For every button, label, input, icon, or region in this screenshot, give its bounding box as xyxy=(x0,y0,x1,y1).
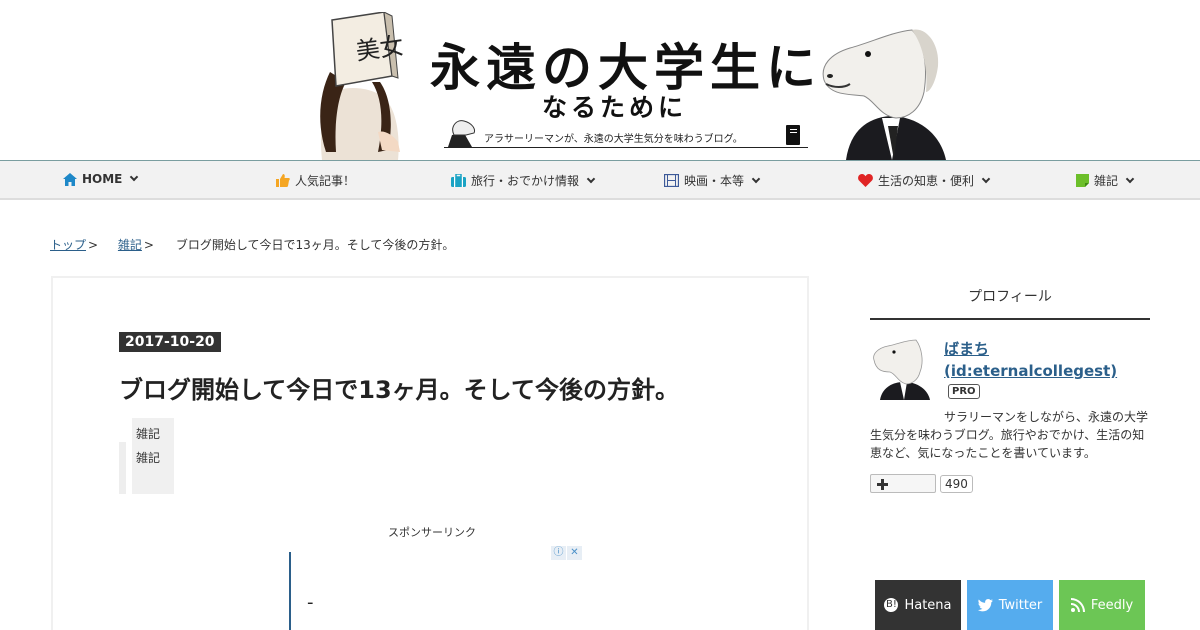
category-link[interactable]: 雑記雑記 xyxy=(132,418,174,494)
avatar[interactable] xyxy=(870,338,934,400)
site-subtitle: なるために xyxy=(542,93,688,122)
article-card: 2017-10-20 ブログ開始して今日で13ヶ月。そして今後の方針。 雑記雑記… xyxy=(51,276,809,630)
follower-count: 490 xyxy=(940,474,973,493)
site-tagline: アラサーリーマンが、永遠の大学生気分を味わうブログ。 xyxy=(444,120,808,148)
ad-slot[interactable]: - xyxy=(289,552,549,630)
nav-item-label: 映画・本等 xyxy=(684,174,745,188)
nav-item-popular[interactable]: 人気記事！ xyxy=(276,172,355,189)
article-date[interactable]: 2017-10-20 xyxy=(119,332,221,352)
horse-head-man-illustration xyxy=(822,29,946,160)
tagline-text: アラサーリーマンが、永遠の大学生気分を味わうブログ。 xyxy=(484,134,743,145)
breadcrumb-current: ブログ開始して今日で13ヶ月。そして今後の方針。 xyxy=(175,238,455,252)
nav-item-travel[interactable]: 旅行・おでかけ情報 xyxy=(451,172,596,189)
box-head-woman-illustration: 美女 xyxy=(320,12,405,160)
profile-description: サラリーマンをしながら、永遠の大学生気分を味わうブログ。旅行やおでかけ、生活の知… xyxy=(870,410,1149,460)
share-twitter-button[interactable]: Twitter xyxy=(967,580,1053,630)
share-label: Hatena xyxy=(904,597,952,613)
chevron-down-icon xyxy=(1125,174,1135,183)
suitcase-icon xyxy=(451,174,466,187)
share-label: Feedly xyxy=(1090,597,1134,613)
site-header: 美女 永遠の大学生に なるために アラサーリーマンが、永遠の大学生気分を味わうブ… xyxy=(0,0,1200,160)
heart-icon xyxy=(858,174,873,187)
ad-info-icon[interactable]: ⓘ xyxy=(551,546,566,560)
follow-button[interactable] xyxy=(870,474,936,493)
breadcrumb-separator: > xyxy=(143,238,154,252)
share-feedly-button[interactable]: Feedly xyxy=(1059,580,1145,630)
share-hatena-button[interactable]: B! Hatena xyxy=(875,580,961,630)
twitter-bird-icon xyxy=(977,598,993,611)
breadcrumb-link-category[interactable]: 雑記 xyxy=(118,238,142,252)
nav-item-movies-books[interactable]: 映画・本等 xyxy=(664,172,761,189)
nav-item-label: HOME xyxy=(82,172,123,186)
sidebar: プロフィール ばまち (id:eternalcollegest) PRO サラリ… xyxy=(870,276,1150,493)
category-bar xyxy=(119,442,126,494)
nav-item-home[interactable]: HOME xyxy=(63,172,139,186)
box-sign-text: 美女 xyxy=(354,31,405,65)
pro-badge: PRO xyxy=(948,384,980,399)
nav-item-label: 旅行・おでかけ情報 xyxy=(471,174,580,188)
horse-mascot-icon xyxy=(448,120,475,147)
chevron-down-icon xyxy=(586,174,596,183)
hatena-icon: B! xyxy=(884,598,899,612)
nav-item-label: 人気記事！ xyxy=(295,174,356,188)
profile-name[interactable]: ばまち (id:eternalcollegest) xyxy=(944,338,1117,382)
rss-icon xyxy=(1070,598,1085,612)
nav-item-life-tips[interactable]: 生活の知恵・便利 xyxy=(858,172,991,189)
nav-item-label: 生活の知恵・便利 xyxy=(878,174,975,188)
breadcrumb-separator: > xyxy=(88,238,99,252)
chevron-down-icon xyxy=(981,174,991,183)
profile-id[interactable]: (id:eternalcollegest) xyxy=(944,360,1117,382)
article-title[interactable]: ブログ開始して今日で13ヶ月。そして今後の方針。 xyxy=(119,370,679,405)
thumbs-up-icon xyxy=(276,174,290,187)
film-icon xyxy=(664,174,679,187)
global-nav: HOME 人気記事！ 旅行・おでかけ情報 映画・本等 生活の知恵・便利 雑記 xyxy=(0,160,1200,200)
notebook-icon xyxy=(786,125,800,145)
home-icon xyxy=(63,172,77,186)
follow-module: 490 xyxy=(870,474,1150,493)
nav-item-label: 雑記 xyxy=(1094,174,1119,188)
nav-item-misc[interactable]: 雑記 xyxy=(1076,172,1135,189)
article-category: 雑記雑記 xyxy=(119,418,174,494)
ad-choices[interactable]: ⓘ ✕ xyxy=(551,546,583,560)
sponsored-label: スポンサーリンク xyxy=(388,526,476,539)
chevron-down-icon xyxy=(751,174,761,183)
close-icon[interactable]: ✕ xyxy=(567,546,582,560)
chevron-down-icon xyxy=(130,172,139,182)
breadcrumb-link-top[interactable]: トップ xyxy=(50,238,86,252)
profile-module: ばまち (id:eternalcollegest) PRO xyxy=(870,338,1150,408)
header-banner[interactable]: 美女 永遠の大学生に なるために アラサーリーマンが、永遠の大学生気分を味わうブ… xyxy=(312,12,962,160)
note-icon xyxy=(1076,174,1089,187)
share-label: Twitter xyxy=(998,597,1043,613)
ad-text: - xyxy=(307,592,314,613)
profile-display-name[interactable]: ばまち xyxy=(944,338,1117,360)
breadcrumb: トップ > 雑記 > ブログ開始して今日で13ヶ月。そして今後の方針。 xyxy=(50,236,454,253)
sidebar-title: プロフィール xyxy=(870,276,1150,320)
